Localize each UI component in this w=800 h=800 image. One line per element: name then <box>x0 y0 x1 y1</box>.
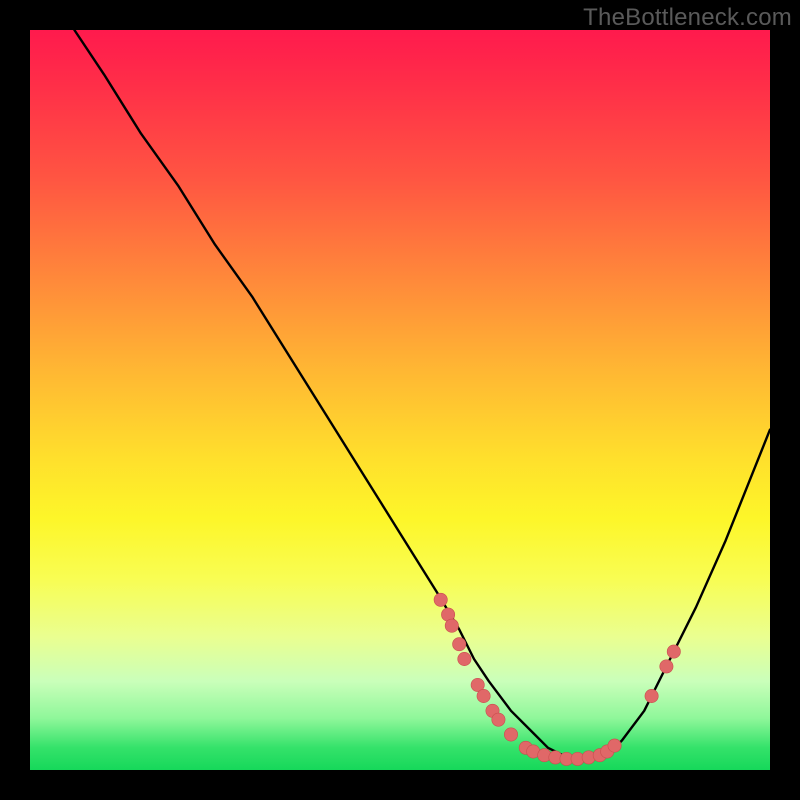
plot-area <box>30 30 770 770</box>
curve-marker <box>477 689 490 702</box>
curve-markers <box>434 593 680 765</box>
curve-svg <box>30 30 770 770</box>
curve-marker <box>608 739 621 752</box>
curve-marker <box>660 660 673 673</box>
curve-marker <box>453 638 466 651</box>
curve-marker <box>492 713 505 726</box>
curve-marker <box>458 652 471 665</box>
curve-marker <box>434 593 447 606</box>
watermark-text: TheBottleneck.com <box>583 4 792 32</box>
bottleneck-curve <box>74 30 770 759</box>
chart-frame: TheBottleneck.com <box>0 0 800 800</box>
curve-marker <box>445 619 458 632</box>
curve-marker <box>645 689 658 702</box>
curve-marker <box>504 728 517 741</box>
curve-marker <box>667 645 680 658</box>
